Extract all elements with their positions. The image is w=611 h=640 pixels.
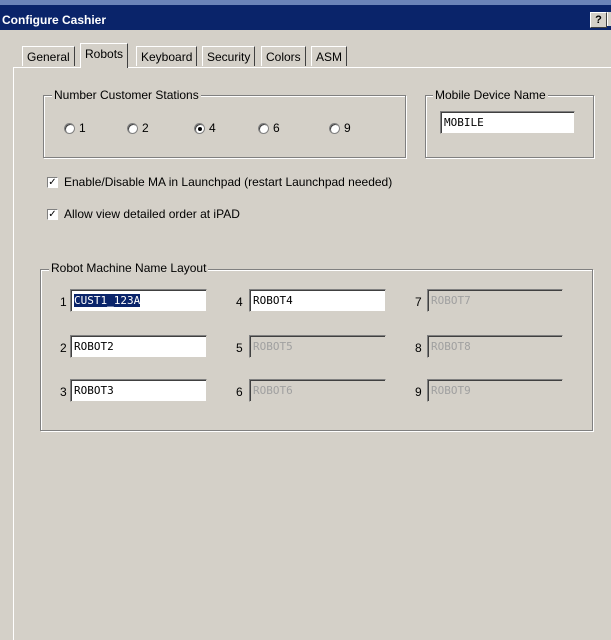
enable-ma-launchpad-checkbox[interactable]: ✓ Enable/Disable MA in Launchpad (restar… [47,175,392,189]
station-option-label: 4 [209,121,216,135]
robot-4-name-input[interactable]: ROBOT4 [249,289,386,312]
station-option-label: 6 [273,121,280,135]
robot-8-number: 8 [415,341,422,355]
robot-layout-legend: Robot Machine Name Layout [49,261,209,275]
tab-general[interactable]: General [22,46,75,66]
enable-ma-launchpad-label: Enable/Disable MA in Launchpad (restart … [64,175,393,189]
station-option-9[interactable]: 9 [329,121,351,135]
title-bar-top-strip [0,0,611,5]
tab-security[interactable]: Security [202,46,256,66]
customer-stations-group [43,95,406,158]
help-button[interactable]: ? [590,12,607,28]
radio-button[interactable] [64,122,75,134]
robot-1-name-input[interactable]: CUST1_123A [70,289,207,312]
station-option-label: 1 [79,121,86,135]
radio-button[interactable] [127,122,138,134]
radio-button[interactable] [329,122,340,134]
mobile-device-legend: Mobile Device Name [433,88,548,102]
tab-robots[interactable]: Robots [80,43,129,68]
title-bar: Configure Cashier ? [0,0,611,30]
robot-9-name-input: ROBOT9 [427,379,563,402]
robot-5-name-input: ROBOT5 [249,335,386,358]
allow-view-ipad-label: Allow view detailed order at iPAD [64,207,240,221]
robot-1-name-selected-text: CUST1_123A [74,294,141,307]
robot-3-name-input[interactable]: ROBOT3 [70,379,207,402]
allow-view-ipad-checkbox[interactable]: ✓ Allow view detailed order at iPAD [47,207,240,221]
mobile-device-name-input[interactable]: MOBILE [440,111,575,134]
radio-button[interactable] [258,122,269,134]
robot-8-name-input: ROBOT8 [427,335,563,358]
station-option-4[interactable]: 4 [194,121,216,135]
robot-1-number: 1 [60,295,67,309]
station-option-2[interactable]: 2 [127,121,149,135]
robot-7-number: 7 [415,295,422,309]
robot-2-name-input[interactable]: ROBOT2 [70,335,207,358]
customer-stations-legend: Number Customer Stations [52,88,201,102]
robot-2-number: 2 [60,341,67,355]
robot-3-number: 3 [60,385,67,399]
checkbox-box[interactable]: ✓ [47,208,58,220]
robot-5-number: 5 [236,341,243,355]
tab-keyboard[interactable]: Keyboard [136,46,198,66]
station-option-label: 2 [142,121,149,135]
station-option-1[interactable]: 1 [64,121,86,135]
tab-colors[interactable]: Colors [261,46,306,66]
robot-4-number: 4 [236,295,243,309]
station-option-label: 9 [344,121,351,135]
robot-7-name-input: ROBOT7 [427,289,563,312]
station-option-6[interactable]: 6 [258,121,280,135]
window-left-frame [0,30,8,640]
tab-asm[interactable]: ASM [311,46,348,66]
robot-9-number: 9 [415,385,422,399]
window-title: Configure Cashier [2,13,107,27]
robot-6-name-input: ROBOT6 [249,379,386,402]
robot-6-number: 6 [236,385,243,399]
radio-button-selected[interactable] [194,122,205,134]
close-button[interactable] [607,12,611,26]
checkbox-box[interactable]: ✓ [47,176,58,188]
